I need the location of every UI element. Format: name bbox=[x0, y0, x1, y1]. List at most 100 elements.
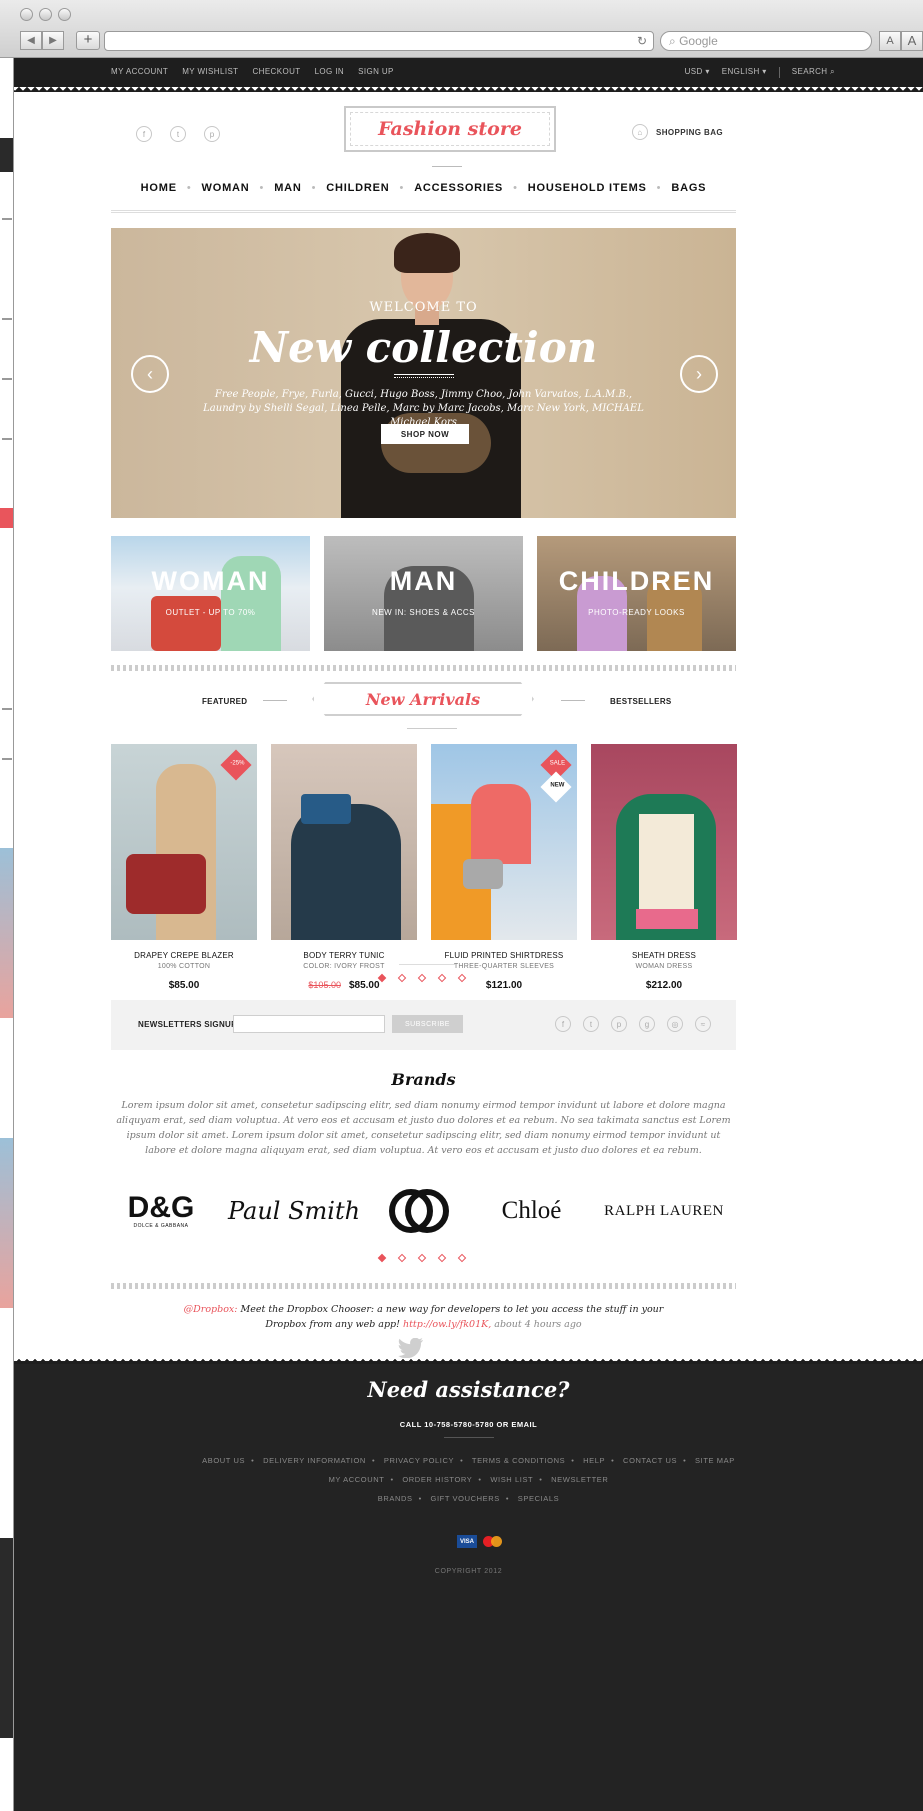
hero-title: New collection bbox=[249, 323, 598, 372]
footer-links-row-3: BRANDS • GIFT VOUCHERS • SPECIALS bbox=[377, 1494, 560, 1503]
nav-accessories[interactable]: ACCESSORIES bbox=[414, 182, 503, 204]
product-name[interactable]: FLUID PRINTED SHIRTDRESS bbox=[431, 951, 577, 960]
store-logo[interactable]: Fashion store bbox=[344, 106, 556, 152]
nav-children[interactable]: CHILDREN bbox=[326, 182, 389, 204]
new-tab-button[interactable]: + bbox=[76, 31, 100, 50]
facebook-icon[interactable]: f bbox=[136, 126, 152, 142]
twitter-bird-icon[interactable] bbox=[398, 1338, 424, 1358]
category-children[interactable]: CHILDREN PHOTO-READY LOOKS bbox=[537, 536, 736, 651]
pagination-dot[interactable] bbox=[417, 973, 427, 983]
tweet-link[interactable]: http://ow.ly/fk01K, bbox=[403, 1319, 491, 1330]
shopping-bag-link[interactable]: ⌂ SHOPPING BAG bbox=[632, 124, 723, 140]
product-card[interactable]: -25% DRAPEY CREPE BLAZER 100% COTTON $85… bbox=[111, 744, 257, 991]
chevron-right-icon[interactable]: › bbox=[680, 355, 718, 393]
pinterest-icon[interactable]: p bbox=[204, 126, 220, 142]
instagram-icon[interactable]: ◎ bbox=[667, 1016, 683, 1032]
brand-chloe-logo[interactable]: Chloé bbox=[479, 1186, 584, 1236]
nav-household-items[interactable]: HOUSEHOLD ITEMS bbox=[528, 182, 647, 204]
forward-icon[interactable]: ▶ bbox=[42, 31, 64, 50]
site-search-link[interactable]: SEARCH ⌕ bbox=[792, 67, 835, 78]
chevron-left-icon[interactable]: ‹ bbox=[131, 355, 169, 393]
brand-paul-smith-logo[interactable]: Paul Smith bbox=[219, 1186, 369, 1236]
signup-link[interactable]: SIGN UP bbox=[358, 67, 394, 76]
login-link[interactable]: LOG IN bbox=[315, 67, 345, 76]
font-larger-button[interactable]: A bbox=[901, 31, 923, 51]
pagination-dot[interactable] bbox=[397, 973, 407, 983]
category-woman[interactable]: WOMAN OUTLET - UP TO 70% bbox=[111, 536, 310, 651]
payment-methods: VISA bbox=[457, 1535, 503, 1548]
pinterest-icon[interactable]: p bbox=[611, 1016, 627, 1032]
nav-woman[interactable]: WOMAN bbox=[202, 182, 250, 204]
pagination-dot[interactable] bbox=[397, 1253, 407, 1263]
close-window-button[interactable] bbox=[20, 8, 33, 21]
brand-dg-logo[interactable]: D&G DOLCE & GABBANA bbox=[111, 1186, 211, 1236]
minimize-window-button[interactable] bbox=[39, 8, 52, 21]
bestsellers-tab[interactable]: BESTSELLERS bbox=[610, 697, 672, 706]
twitter-icon[interactable]: t bbox=[170, 126, 186, 142]
footer-link-gift-vouchers[interactable]: GIFT VOUCHERS bbox=[431, 1494, 500, 1503]
reload-icon[interactable]: ↻ bbox=[637, 34, 647, 48]
twitter-icon[interactable]: t bbox=[583, 1016, 599, 1032]
footer-link-contact[interactable]: CONTACT US bbox=[623, 1456, 677, 1465]
footer-link-delivery[interactable]: DELIVERY INFORMATION bbox=[263, 1456, 366, 1465]
my-wishlist-link[interactable]: MY WISHLIST bbox=[182, 67, 238, 76]
product-image[interactable]: SALE NEW bbox=[431, 744, 577, 940]
footer-link-my-account[interactable]: MY ACCOUNT bbox=[329, 1475, 385, 1484]
nav-man[interactable]: MAN bbox=[274, 182, 301, 204]
nav-home[interactable]: HOME bbox=[141, 182, 177, 204]
currency-select[interactable]: USD ▾ bbox=[685, 67, 710, 78]
window-controls[interactable] bbox=[20, 8, 71, 21]
pagination-dot[interactable] bbox=[437, 973, 447, 983]
shop-now-button[interactable]: SHOP NOW bbox=[381, 424, 469, 444]
category-man[interactable]: MAN NEW IN: SHOES & ACCS bbox=[324, 536, 523, 651]
nav-bags[interactable]: BAGS bbox=[671, 182, 706, 204]
product-image[interactable]: -25% bbox=[111, 744, 257, 940]
rss-icon[interactable]: ≈ bbox=[695, 1016, 711, 1032]
footer-links-row-1: ABOUT US • DELIVERY INFORMATION • PRIVACY … bbox=[202, 1456, 735, 1465]
product-card[interactable]: SALE NEW FLUID PRINTED SHIRTDRESS THREE-… bbox=[431, 744, 577, 991]
newsletter-email-input[interactable] bbox=[233, 1015, 385, 1033]
font-smaller-button[interactable]: A bbox=[879, 31, 901, 51]
back-icon[interactable]: ◀ bbox=[20, 31, 42, 50]
product-name[interactable]: SHEATH DRESS bbox=[591, 951, 737, 960]
address-bar[interactable]: ↻ bbox=[104, 31, 654, 51]
pagination-dot[interactable] bbox=[377, 1253, 387, 1263]
brand-ralph-lauren-logo[interactable]: RALPH LAUREN bbox=[589, 1186, 739, 1236]
footer-link-wish-list[interactable]: WISH LIST bbox=[490, 1475, 533, 1484]
footer-link-sitemap[interactable]: SITE MAP bbox=[695, 1456, 735, 1465]
footer-link-help[interactable]: HELP bbox=[583, 1456, 605, 1465]
my-account-link[interactable]: MY ACCOUNT bbox=[111, 67, 168, 76]
arrow-left-icon[interactable] bbox=[263, 700, 287, 701]
pagination-dot[interactable] bbox=[377, 973, 387, 983]
footer-link-privacy[interactable]: PRIVACY POLICY bbox=[384, 1456, 454, 1465]
browser-search-field[interactable]: ⌕ Google bbox=[660, 31, 872, 51]
arrow-right-icon[interactable] bbox=[561, 700, 585, 701]
google-plus-icon[interactable]: g bbox=[639, 1016, 655, 1032]
footer-link-terms[interactable]: TERMS & CONDITIONS bbox=[472, 1456, 565, 1465]
language-select[interactable]: ENGLISH ▾ bbox=[722, 67, 767, 78]
product-name[interactable]: DRAPEY CREPE BLAZER bbox=[111, 951, 257, 960]
checkout-link[interactable]: CHECKOUT bbox=[252, 67, 300, 76]
product-image[interactable] bbox=[271, 744, 417, 940]
footer-link-brands[interactable]: BRANDS bbox=[378, 1494, 413, 1503]
footer-link-specials[interactable]: SPECIALS bbox=[518, 1494, 559, 1503]
mastercard-icon bbox=[483, 1535, 503, 1548]
facebook-icon[interactable]: f bbox=[555, 1016, 571, 1032]
featured-tab[interactable]: FEATURED bbox=[202, 697, 247, 706]
product-card[interactable]: SHEATH DRESS WOMAN DRESS $212.00 bbox=[591, 744, 737, 991]
hero-kicker: WELCOME TO bbox=[369, 300, 478, 315]
footer-link-newsletter[interactable]: NEWSLETTER bbox=[551, 1475, 608, 1484]
pagination-dot[interactable] bbox=[457, 973, 467, 983]
subscribe-button[interactable]: SUBSCRIBE bbox=[392, 1015, 463, 1033]
tweet-handle[interactable]: @Dropbox: bbox=[184, 1304, 238, 1315]
pagination-dot[interactable] bbox=[417, 1253, 427, 1263]
pagination-dot[interactable] bbox=[457, 1253, 467, 1263]
footer-link-order-history[interactable]: ORDER HISTORY bbox=[402, 1475, 472, 1484]
zoom-window-button[interactable] bbox=[58, 8, 71, 21]
footer-link-about[interactable]: ABOUT US bbox=[202, 1456, 245, 1465]
product-name[interactable]: BODY TERRY TUNIC bbox=[271, 951, 417, 960]
product-card[interactable]: BODY TERRY TUNIC COLOR: IVORY FROST $105… bbox=[271, 744, 417, 991]
product-image[interactable] bbox=[591, 744, 737, 940]
brand-gucci-logo[interactable] bbox=[379, 1186, 459, 1236]
pagination-dot[interactable] bbox=[437, 1253, 447, 1263]
